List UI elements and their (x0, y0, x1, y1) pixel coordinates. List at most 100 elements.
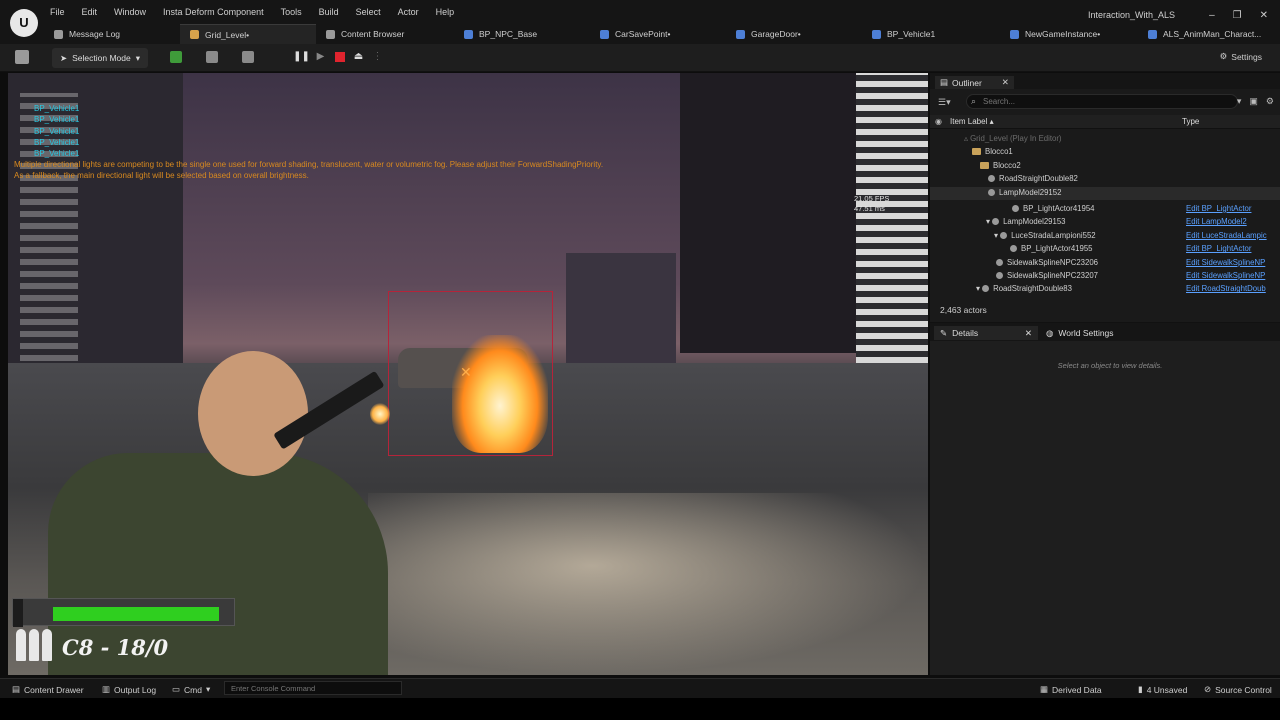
menu-select[interactable]: Select (356, 7, 381, 17)
gear-icon[interactable]: ⚙ (1266, 96, 1274, 107)
blueprint-icon (600, 29, 609, 39)
tree-row[interactable]: LampModel29152 (930, 186, 1280, 200)
tab-bp-npc-base[interactable]: BP_NPC_Base (454, 24, 590, 44)
stop-icon[interactable] (333, 50, 346, 63)
details-tab-strip: ✎ Details ✕ ◍ World Settings (930, 323, 1280, 341)
edit-link[interactable]: Edit BP_LightActor (1186, 204, 1251, 213)
chevron-down-icon[interactable]: ▾ (1237, 96, 1242, 107)
outliner-tab[interactable]: ▤ Outliner ✕ (935, 76, 1014, 89)
cmd-dropdown[interactable]: ▭ Cmd ▾ (172, 684, 210, 695)
maximize-icon[interactable]: ❐ (1233, 10, 1242, 21)
tree-row[interactable]: ▵ Grid_Level (Play In Editor) (930, 133, 1280, 146)
blueprint-menu-icon[interactable] (206, 51, 218, 63)
muzzle-flash (370, 403, 390, 425)
tree-row[interactable]: Blocco1 (930, 146, 1280, 159)
source-control-button[interactable]: ⊘ Source Control (1204, 684, 1272, 695)
content-drawer-button[interactable]: ▤ Content Drawer (12, 684, 84, 695)
derived-data-label: Derived Data (1052, 684, 1102, 695)
visibility-icon[interactable]: ◉ (935, 117, 942, 126)
chevron-down-icon: ▾ (135, 52, 140, 63)
tab-message-log[interactable]: Message Log (44, 24, 180, 44)
edit-link[interactable]: Edit SidewalkSplineNP (1186, 271, 1265, 280)
tab-garage-door[interactable]: GarageDoor• (726, 24, 862, 44)
close-window-icon[interactable]: ✕ (1260, 10, 1268, 21)
tab-details[interactable]: ✎ Details ✕ (934, 326, 1038, 340)
outliner-header: ◉ Item Label ▴ Type (930, 115, 1280, 129)
tree-row[interactable]: SidewalkSplineNPC23207 Edit SidewalkSplin… (930, 270, 1280, 283)
blueprint-icon (872, 29, 881, 39)
derived-data-button[interactable]: ▦ Derived Data (1040, 684, 1102, 695)
pause-icon[interactable]: ❚❚ (293, 50, 310, 63)
add-folder-icon[interactable]: ▣ (1249, 96, 1258, 107)
bullet-icon (29, 629, 39, 661)
globe-icon: ◍ (1046, 327, 1054, 338)
minimize-icon[interactable]: – (1209, 10, 1215, 21)
cinematics-icon[interactable] (242, 51, 254, 63)
selection-mode-dropdown[interactable]: ➤ Selection Mode ▾ (52, 48, 148, 68)
outliner-search-row: ☰▾ ⌕ ▾ ▣ ⚙ (930, 93, 1280, 111)
unsaved-button[interactable]: ▮ 4 Unsaved (1138, 684, 1187, 695)
output-log-label: Output Log (114, 684, 157, 695)
tree-row[interactable]: ▾ LuceStradaLampioni552 Edit LuceStradaLa… (930, 230, 1280, 243)
tree-row[interactable]: ▾ RoadStraightDouble83 Edit RoadStraightD… (930, 283, 1280, 296)
tab-grid-level[interactable]: Grid_Level• (180, 24, 316, 44)
main-menu: File Edit Window Insta Deform Component … (50, 7, 471, 17)
outliner-panel: ▤ Outliner ✕ ☰▾ ⌕ ▾ ▣ ⚙ ◉ Item Label ▴ T… (930, 73, 1280, 322)
tree-row[interactable]: Blocco2 (930, 160, 1280, 173)
tree-row[interactable]: RoadStraightDouble82 (930, 173, 1280, 186)
building-right (680, 73, 860, 353)
unreal-logo-icon[interactable]: U (10, 9, 38, 37)
game-viewport[interactable]: ✕ BP_Vehicle1 BP_Vehicle1 BP_Vehicle1 BP… (8, 73, 928, 675)
tab-world-settings[interactable]: ◍ World Settings (1040, 326, 1120, 340)
details-tab-label: Details (952, 328, 979, 338)
actor-icon (992, 218, 1000, 226)
col-item-label[interactable]: Item Label ▴ (950, 117, 994, 126)
debug-line: BP_Vehicle1 (34, 149, 80, 159)
debug-line: BP_Vehicle1 (34, 137, 80, 147)
col-type[interactable]: Type (1182, 117, 1199, 126)
close-icon[interactable]: ✕ (1002, 77, 1009, 88)
tree-row[interactable]: BP_LightActor41955 Edit BP_LightActor (930, 243, 1280, 256)
menu-tools[interactable]: Tools (281, 7, 302, 17)
settings-label: Settings (1231, 51, 1262, 62)
edit-link[interactable]: Edit BP_LightActor (1186, 244, 1251, 253)
tab-content-browser[interactable]: Content Browser (316, 24, 454, 44)
eject-icon[interactable]: ⏏ (352, 50, 365, 63)
health-bar (12, 598, 235, 627)
fps-readout: 21.05 FPS 47.51 ms (854, 194, 889, 214)
tree-row[interactable]: ▾ LampModel29153 Edit LampModel2 (930, 216, 1280, 229)
tab-bp-vehicle1[interactable]: BP_Vehicle1 (862, 24, 1000, 44)
edit-link[interactable]: Edit LampModel2 (1186, 217, 1247, 226)
tab-als-animman[interactable]: ALS_AnimMan_Charact... (1138, 24, 1280, 44)
menu-window[interactable]: Window (114, 7, 146, 17)
edit-link[interactable]: Edit SidewalkSplineNP (1186, 258, 1265, 267)
menu-insta-deform[interactable]: Insta Deform Component (163, 7, 264, 17)
ground-light (368, 493, 928, 675)
tree-row[interactable]: BP_LightActor41954 Edit BP_LightActor (930, 203, 1280, 216)
tree-row[interactable]: SidewalkSplineNPC23206 Edit SidewalkSplin… (930, 257, 1280, 270)
health-bar-cap (13, 599, 23, 627)
console-command-input[interactable] (224, 681, 402, 695)
tab-new-game-instance[interactable]: NewGameInstance• (1000, 24, 1138, 44)
menu-edit[interactable]: Edit (82, 7, 98, 17)
output-log-button[interactable]: ▥ Output Log (102, 684, 156, 695)
filter-icon[interactable]: ☰▾ (938, 97, 951, 108)
menu-build[interactable]: Build (319, 7, 339, 17)
health-bar-fill (53, 607, 219, 621)
step-icon[interactable]: ▶ (314, 50, 327, 63)
settings-button[interactable]: ⚙ Settings (1220, 51, 1262, 62)
content-browser-icon (326, 29, 335, 39)
save-icon[interactable] (15, 50, 29, 64)
close-icon[interactable]: ✕ (1025, 328, 1032, 339)
menu-help[interactable]: Help (436, 7, 455, 17)
more-options-icon[interactable]: ⋮ (371, 50, 384, 63)
outliner-search-input[interactable] (966, 94, 1238, 109)
edit-link[interactable]: Edit LuceStradaLampic (1186, 231, 1267, 240)
menu-actor[interactable]: Actor (398, 7, 419, 17)
menu-file[interactable]: File (50, 7, 65, 17)
edit-link[interactable]: Edit RoadStraightDoub (1186, 284, 1266, 293)
tab-car-save-point[interactable]: CarSavePoint• (590, 24, 726, 44)
debug-line: BP_Vehicle1 (34, 115, 80, 125)
details-panel: ✎ Details ✕ ◍ World Settings Select an o… (930, 322, 1280, 675)
add-actor-icon[interactable] (170, 51, 182, 63)
